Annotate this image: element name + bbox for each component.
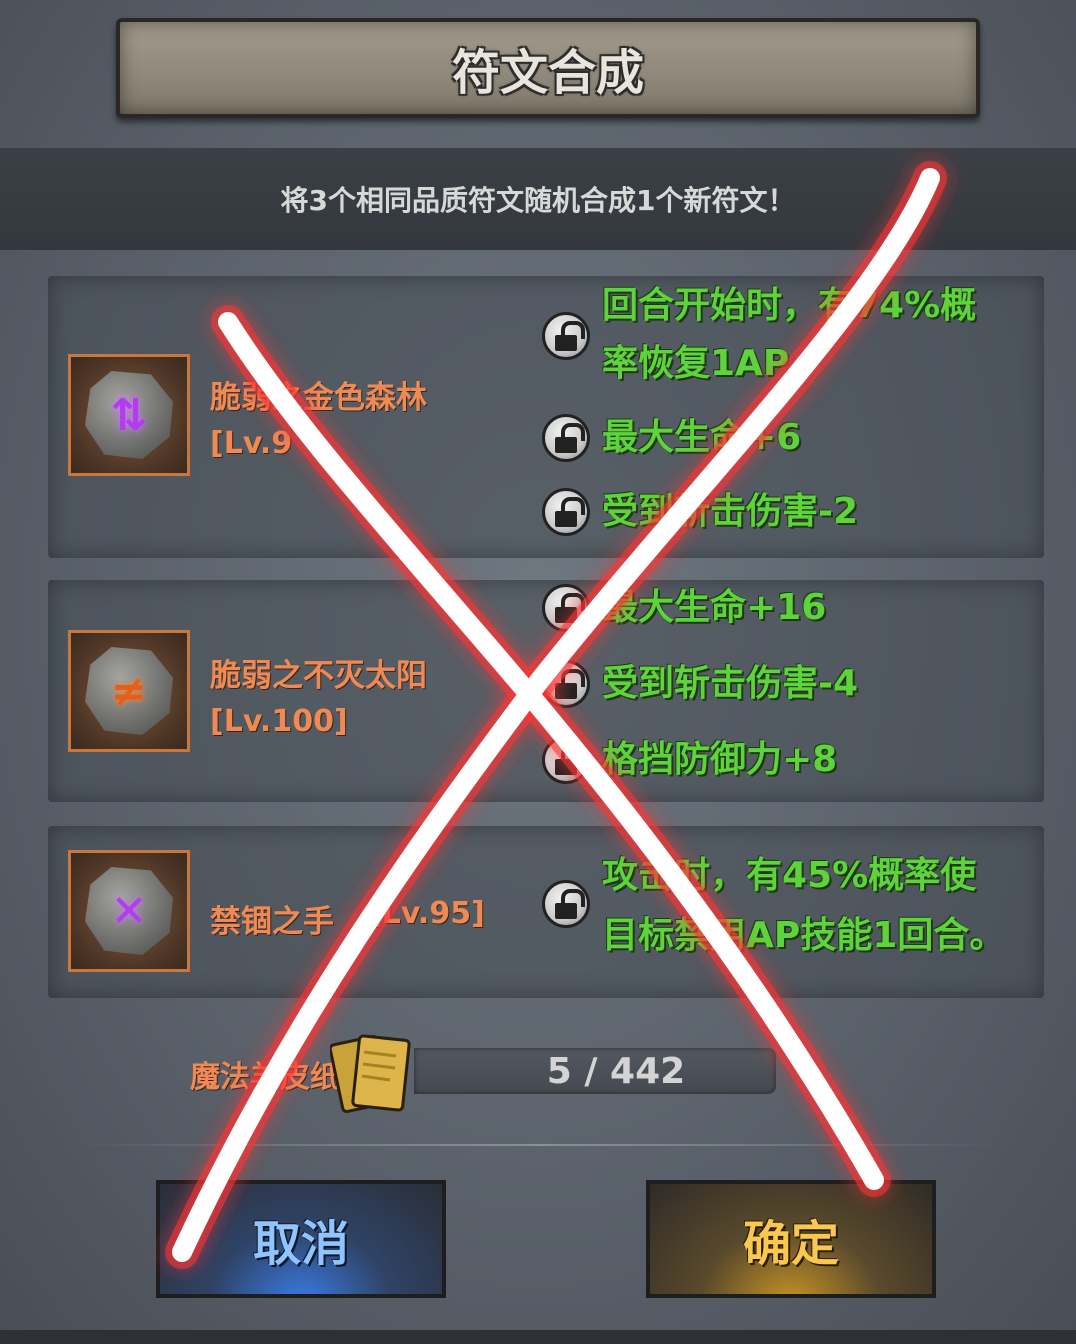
lock-open-icon[interactable]: [542, 414, 590, 462]
rune-stone-icon: ≠: [85, 647, 173, 735]
lock-open-icon[interactable]: [542, 584, 590, 632]
rune-glyph: ⇅: [110, 389, 148, 441]
rune-card-2[interactable]: ≠ 脆弱之不灭太阳 [Lv.100] 最大生命+16 受到斩击伤害-4 格挡防御…: [48, 580, 1044, 802]
rune-stat: 攻击时，有45%概率使: [602, 855, 977, 896]
confirm-button[interactable]: 确定: [646, 1180, 936, 1298]
rune-name: 禁锢之手: [210, 904, 334, 940]
rune-stone-icon: ✕: [85, 867, 173, 955]
rune-level: [Lv.100]: [210, 704, 348, 739]
lock-open-icon[interactable]: [542, 880, 590, 928]
rune-stat: 最大生命+16: [602, 587, 827, 628]
resource-count: 5 / 442: [546, 1050, 686, 1092]
title-banner: 符文合成: [116, 18, 980, 118]
rune-name: 脆弱之金色森林: [210, 380, 427, 416]
rune-stat: 率恢复1AP: [602, 343, 790, 384]
lock-open-icon[interactable]: [542, 488, 590, 536]
rune-level: [Lv.95]: [368, 896, 485, 931]
parchment-icon: [330, 1034, 411, 1114]
rune-card-3[interactable]: ✕ 禁锢之手 [Lv.95] 攻击时，有45%概率使 目标禁用AP技能1回合。: [48, 826, 1044, 998]
rune-icon-slot[interactable]: ⇅: [68, 354, 190, 476]
rune-stat: 格挡防御力+8: [602, 739, 838, 780]
rune-stat: 受到斩击伤害-2: [602, 491, 858, 532]
rune-stat: 最大生命+6: [602, 417, 802, 458]
rune-level: [Lv.9: [210, 426, 293, 461]
rune-glyph: ✕: [110, 885, 148, 937]
lock-open-icon[interactable]: [542, 736, 590, 784]
rune-stat: 受到斩击伤害-4: [602, 663, 858, 704]
rune-stat: 目标禁用AP技能1回合。: [602, 915, 1006, 956]
info-bar: 将3个相同品质符文随机合成1个新符文！: [0, 148, 1076, 250]
lock-open-icon[interactable]: [542, 660, 590, 708]
lock-open-icon[interactable]: [542, 312, 590, 360]
info-text: 将3个相同品质符文随机合成1个新符文！: [280, 184, 796, 217]
page-title: 符文合成: [451, 45, 644, 101]
divider: [72, 1144, 1004, 1146]
rune-stat: 回合开始时，有74%概: [602, 285, 977, 326]
rune-icon-slot[interactable]: ✕: [68, 850, 190, 972]
rune-glyph: ≠: [110, 665, 148, 717]
bottom-edge: [0, 1330, 1076, 1344]
cancel-button[interactable]: 取消: [156, 1180, 446, 1298]
rune-name: 脆弱之不灭太阳: [210, 658, 427, 694]
resource-label: 魔法羊皮纸: [190, 1060, 340, 1095]
rune-stone-icon: ⇅: [85, 371, 173, 459]
rune-card-1[interactable]: ⇅ 脆弱之金色森林 [Lv.9 回合开始时，有74%概 率恢复1AP 最大生命+…: [48, 276, 1044, 558]
rune-icon-slot[interactable]: ≠: [68, 630, 190, 752]
